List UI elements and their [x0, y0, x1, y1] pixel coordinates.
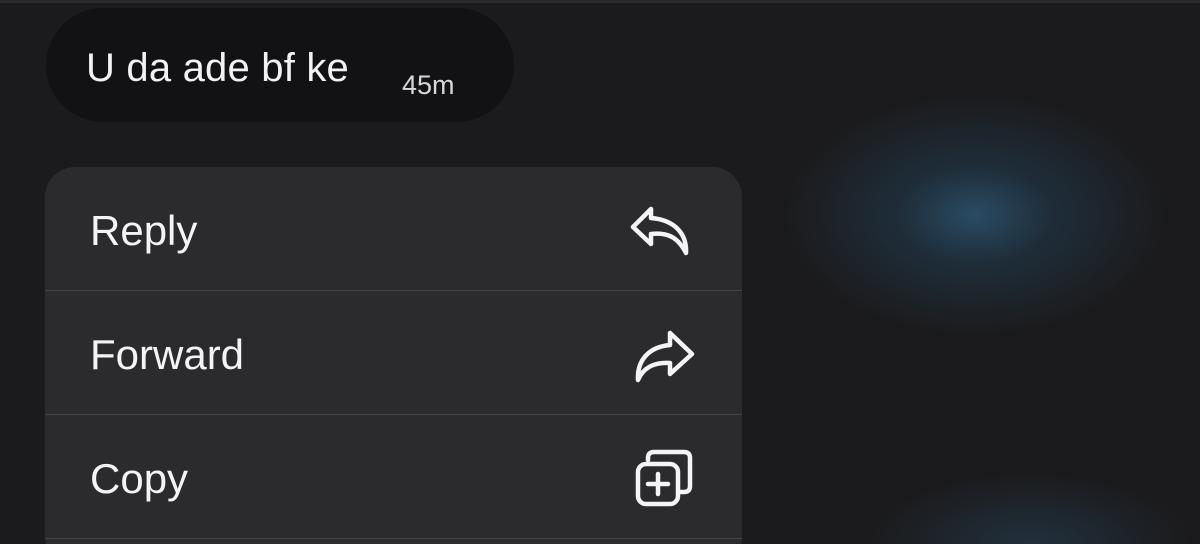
forward-icon: [635, 330, 695, 383]
menu-item-label: Forward: [90, 331, 245, 378]
top-edge: [0, 0, 1200, 3]
menu-divider: [45, 538, 742, 539]
menu-item-copy[interactable]: Copy: [45, 415, 742, 538]
menu-item-label: Copy: [90, 455, 189, 502]
menu-item-label: Reply: [90, 207, 198, 254]
message-text: U da ade bf ke: [86, 46, 349, 90]
reply-icon: [630, 206, 689, 256]
message-timestamp: 45m: [402, 70, 455, 100]
copy-icon: [635, 449, 693, 507]
chat-screen: U da ade bf ke 45m Reply Forward Copy: [0, 0, 1200, 544]
message-bubble[interactable]: U da ade bf ke 45m: [46, 8, 514, 122]
menu-item-forward[interactable]: Forward: [45, 291, 742, 414]
context-menu: Reply Forward Copy: [45, 167, 742, 544]
menu-item-reply[interactable]: Reply: [45, 167, 742, 290]
